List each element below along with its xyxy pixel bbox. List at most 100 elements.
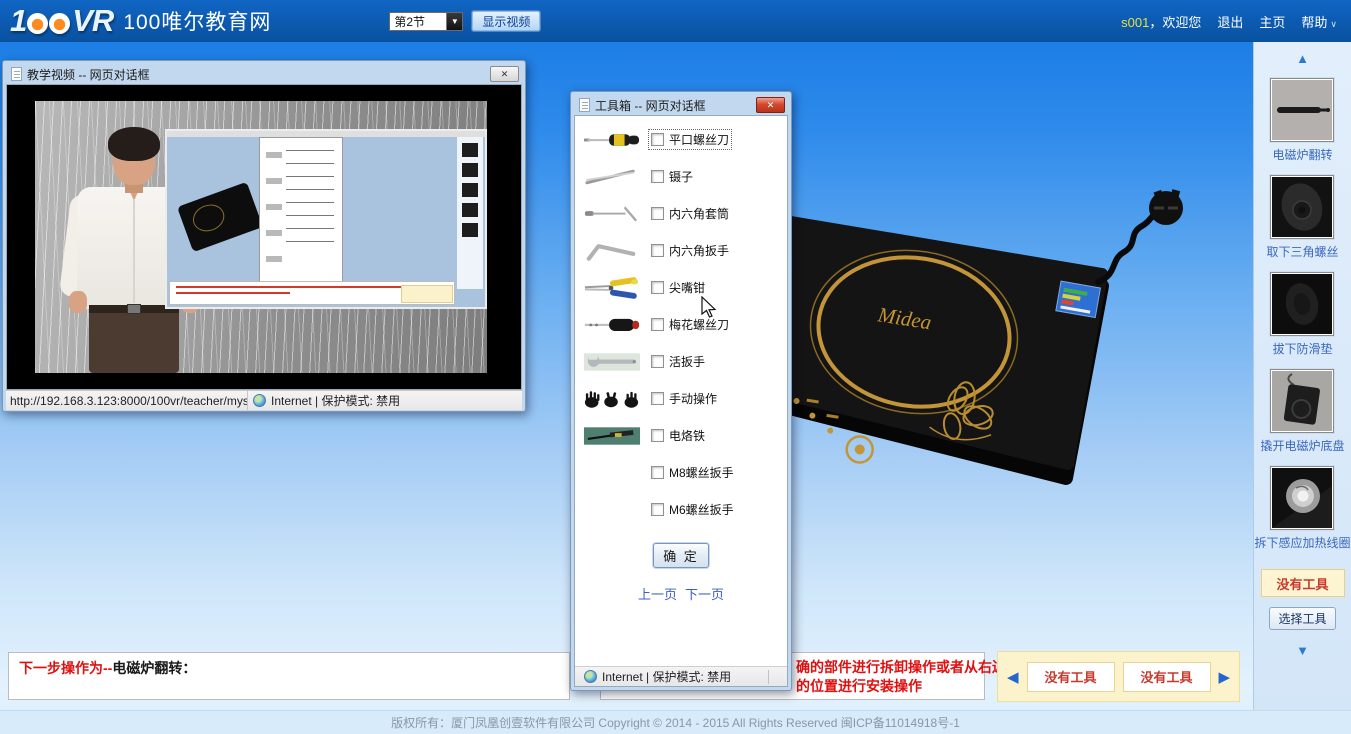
tool-option[interactable]: 梅花螺丝刀 (649, 315, 731, 334)
tool-slot-2[interactable]: 没有工具 (1123, 662, 1211, 692)
tool-label: M8螺丝扳手 (669, 464, 734, 481)
tool-label: 镊子 (669, 168, 693, 185)
checkbox-icon[interactable] (651, 281, 664, 294)
cooker-side-thumbnail[interactable] (1270, 78, 1334, 142)
hint-line-1: 确的部件进行拆卸操作或者从右边拖 (796, 658, 978, 677)
prev-page-link[interactable]: 上一页 (638, 584, 677, 603)
checkbox-icon[interactable] (651, 466, 664, 479)
checkbox-icon[interactable] (651, 503, 664, 516)
needle-pliers-icon (575, 277, 649, 299)
checkbox-icon[interactable] (651, 318, 664, 331)
checkbox-icon[interactable] (651, 429, 664, 442)
select-tool-button[interactable]: 选择工具 (1269, 607, 1335, 630)
tool-option[interactable]: 内六角扳手 (649, 241, 731, 260)
tool-option[interactable]: 平口螺丝刀 (649, 130, 731, 149)
checkbox-icon[interactable] (651, 392, 664, 405)
tool-slot-panel: ◀ 没有工具 没有工具 ▶ (997, 651, 1240, 702)
slot-next-icon[interactable]: ▶ (1219, 668, 1231, 686)
globe-icon (584, 670, 597, 683)
tool-label: 内六角扳手 (669, 242, 729, 259)
nav-home[interactable]: 主页 (1259, 12, 1285, 31)
tool-row: 手动操作 (575, 380, 787, 417)
checkbox-icon[interactable] (651, 355, 664, 368)
logo-digit: 1 (10, 3, 26, 39)
tool-label: 尖嘴钳 (669, 279, 705, 296)
flat-screwdriver-icon (575, 129, 649, 151)
section-select-value: 第2节 (390, 13, 446, 30)
tool-row: 尖嘴钳 (575, 269, 787, 306)
show-video-button[interactable]: 显示视频 (472, 11, 540, 31)
tool-row: 镊子 (575, 158, 787, 195)
logo-o-icon (49, 13, 70, 34)
scroll-down-icon[interactable]: ▼ (1296, 644, 1309, 658)
section-select[interactable]: 第2节 ▼ (389, 12, 463, 31)
close-icon[interactable]: ✕ (756, 97, 785, 113)
mouse-cursor-icon (700, 296, 718, 325)
torx-screwdriver-icon (575, 314, 649, 336)
mini-cooker (177, 182, 263, 252)
document-icon (11, 67, 22, 81)
tool-option[interactable]: 尖嘴钳 (649, 278, 707, 297)
bottom-base-thumbnail[interactable] (1270, 369, 1334, 433)
hex-key-icon (575, 240, 649, 262)
chevron-down-icon: ∨ (1330, 19, 1337, 29)
hands-icon (575, 388, 649, 410)
tool-row: M8螺丝扳手 (575, 454, 787, 491)
next-page-link[interactable]: 下一页 (685, 584, 724, 603)
tool-label: 梅花螺丝刀 (669, 316, 729, 333)
copyright-text: 版权所有：厦门凤凰创壹软件有限公司 Copyright © 2014 - 201… (391, 714, 960, 731)
tool-label: 平口螺丝刀 (669, 131, 729, 148)
slot-prev-icon[interactable]: ◀ (1007, 668, 1019, 686)
nav-logout[interactable]: 退出 (1217, 12, 1243, 31)
tool-label: 手动操作 (669, 390, 717, 407)
close-icon[interactable]: ✕ (490, 66, 519, 82)
tool-option[interactable]: 手动操作 (649, 389, 719, 408)
tool-slot-1[interactable]: 没有工具 (1027, 662, 1115, 692)
logo-vr: VR (72, 3, 113, 39)
footer: 版权所有：厦门凤凰创壹软件有限公司 Copyright © 2014 - 201… (0, 710, 1351, 734)
scroll-up-icon[interactable]: ▲ (1296, 52, 1309, 66)
checkbox-icon[interactable] (651, 170, 664, 183)
tool-option[interactable]: 活扳手 (649, 352, 707, 371)
tool-label: 内六角套筒 (669, 205, 729, 222)
tool-option[interactable]: M8螺丝扳手 (649, 463, 736, 482)
next-step-panel: 下一步操作为--电磁炉翻转： (8, 652, 570, 700)
heating-coil-thumbnail[interactable] (1270, 466, 1334, 530)
hint-line-2: 的位置进行安装操作 (796, 677, 978, 696)
security-zone-text: Internet | 保护模式: 禁用 (271, 392, 400, 409)
tool-row: 平口螺丝刀 (575, 121, 787, 158)
video-player[interactable] (6, 84, 522, 390)
non-slip-pad-thumbnail[interactable] (1270, 272, 1334, 336)
tool-label: 活扳手 (669, 353, 705, 370)
select-caret-icon[interactable]: ▼ (446, 13, 462, 30)
confirm-button[interactable]: 确 定 (653, 543, 709, 568)
toolbox-dialog-titlebar[interactable]: 工具箱 -- 网页对话框 ✕ (574, 95, 788, 115)
next-step-prefix: 下一步操作为-- (19, 660, 112, 676)
tool-row: 电烙铁 (575, 417, 787, 454)
checkbox-icon[interactable] (651, 133, 664, 146)
soldering-iron-icon (575, 425, 649, 447)
step-item: 拆下感应加热线圈 (1254, 466, 1350, 551)
step-item: 撬开电磁炉底盘 (1260, 369, 1344, 454)
tool-option[interactable]: 镊子 (649, 167, 695, 186)
dialog-url: http://192.168.3.123:8000/100vr/teacher/… (10, 391, 248, 410)
video-dialog-titlebar[interactable]: 教学视频 -- 网页对话框 ✕ (6, 64, 522, 84)
tool-option[interactable]: M6螺丝扳手 (649, 500, 736, 519)
triangle-screw-thumbnail[interactable] (1270, 175, 1334, 239)
3d-model-induction-cooker[interactable]: Midea (766, 182, 1186, 512)
security-zone-text: Internet | 保护模式: 禁用 (602, 668, 731, 685)
step-item: 取下三角螺丝 (1266, 175, 1338, 260)
logo-100vr: 1 VR (10, 3, 113, 39)
tool-option[interactable]: 内六角套筒 (649, 204, 731, 223)
tool-row: 内六角套筒 (575, 195, 787, 232)
username: s001 (1121, 15, 1149, 30)
toolbox-dialog: 工具箱 -- 网页对话框 ✕ 平口螺丝刀镊子内六角套筒内六角扳手尖嘴钳梅花螺丝刀… (570, 91, 792, 691)
checkbox-icon[interactable] (651, 207, 664, 220)
site-logo[interactable]: 1 VR 100唯尔教育网 (10, 3, 271, 39)
checkbox-icon[interactable] (651, 244, 664, 257)
tool-option[interactable]: 电烙铁 (649, 426, 707, 445)
nav-help[interactable]: 帮助∨ (1301, 12, 1337, 31)
tool-row: M6螺丝扳手 (575, 491, 787, 528)
step-label: 拔下防滑垫 (1272, 340, 1332, 357)
video-screen-app-preview (165, 129, 487, 309)
